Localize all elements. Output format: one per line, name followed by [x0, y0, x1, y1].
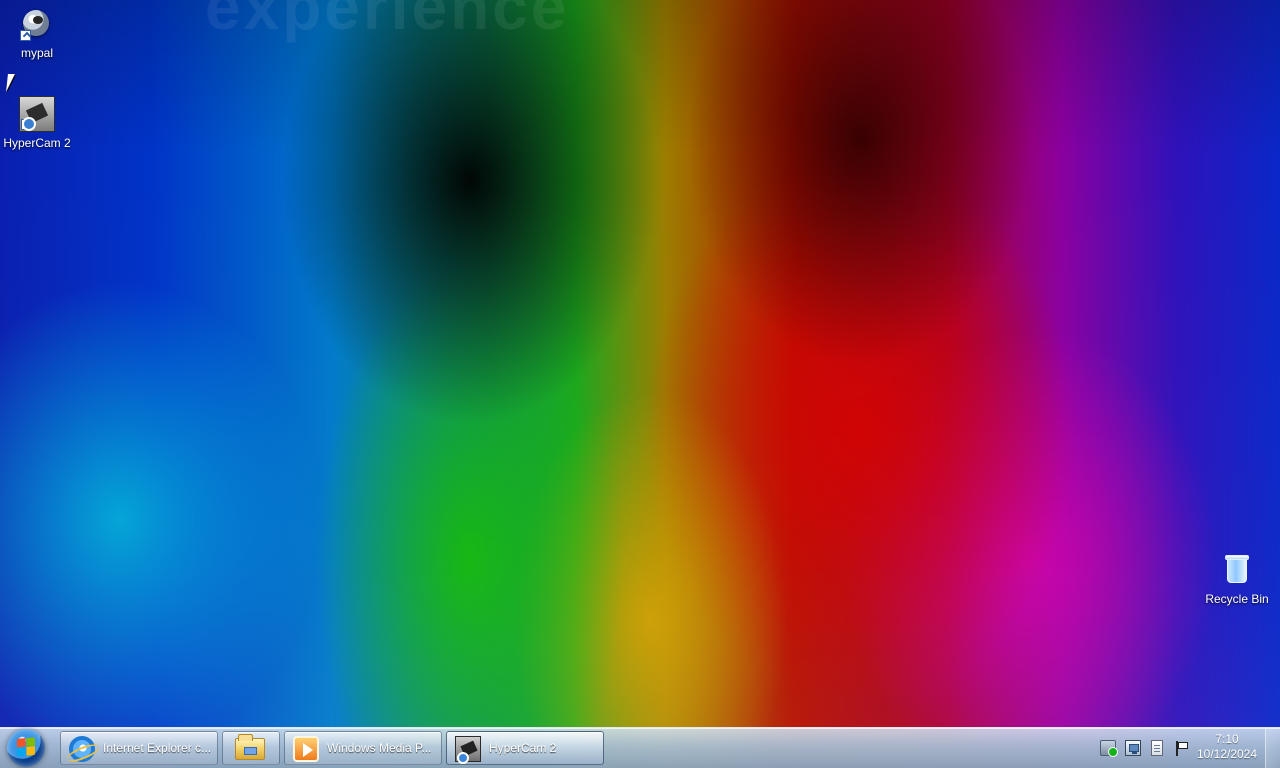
mypal-icon	[19, 6, 55, 42]
system-tray: 7:10 10/12/2024	[1090, 728, 1280, 768]
windows-media-player-icon	[293, 736, 319, 762]
desktop-icon-hypercam-2[interactable]: HyperCam 2	[0, 96, 74, 150]
taskbar-button-hypercam-2[interactable]: HyperCam 2	[446, 731, 604, 765]
folder-icon	[235, 734, 265, 760]
clock[interactable]: 7:10 10/12/2024	[1194, 732, 1260, 762]
taskbar-button-windows-media-player[interactable]: Windows Media P...	[284, 731, 442, 765]
network-icon[interactable]	[1125, 740, 1141, 756]
desktop-icon-mypal[interactable]: mypal	[0, 6, 74, 60]
shortcut-arrow-icon	[21, 119, 32, 130]
internet-explorer-icon	[69, 736, 95, 762]
wallpaper-watermark: experience	[205, 0, 570, 43]
taskbar-button-internet-explorer[interactable]: Internet Explorer c...	[60, 731, 218, 765]
desktop-icon-label: Recycle Bin	[1205, 592, 1269, 606]
clock-date: 10/12/2024	[1196, 747, 1258, 761]
desktop: experience mypal HyperCam 2 Recycle Bin …	[0, 0, 1280, 768]
start-button[interactable]	[7, 729, 45, 767]
taskbar-button-label: HyperCam 2	[489, 741, 557, 755]
security-icon[interactable]	[1100, 740, 1118, 757]
taskbar-button-label: Internet Explorer c...	[103, 741, 211, 755]
hypercam-icon	[19, 96, 55, 132]
shortcut-arrow-icon	[20, 30, 31, 41]
desktop-icon-recycle-bin[interactable]: Recycle Bin	[1200, 552, 1274, 606]
recycle-bin-icon	[1223, 552, 1251, 586]
desktop-icon-label: mypal	[20, 46, 53, 60]
hypercam-icon	[455, 736, 481, 764]
clock-time: 7:10	[1215, 732, 1239, 746]
taskbar-button-label: Windows Media P...	[327, 741, 432, 755]
taskbar-button-folder[interactable]	[222, 731, 280, 765]
desktop-icon-label: HyperCam 2	[3, 136, 71, 150]
flag-icon[interactable]	[1174, 740, 1188, 756]
mouse-cursor-icon	[6, 74, 15, 92]
taskbar: Internet Explorer c... Windows Media P..…	[0, 727, 1280, 768]
document-icon[interactable]	[1151, 740, 1163, 756]
show-desktop-button[interactable]	[1265, 728, 1280, 768]
